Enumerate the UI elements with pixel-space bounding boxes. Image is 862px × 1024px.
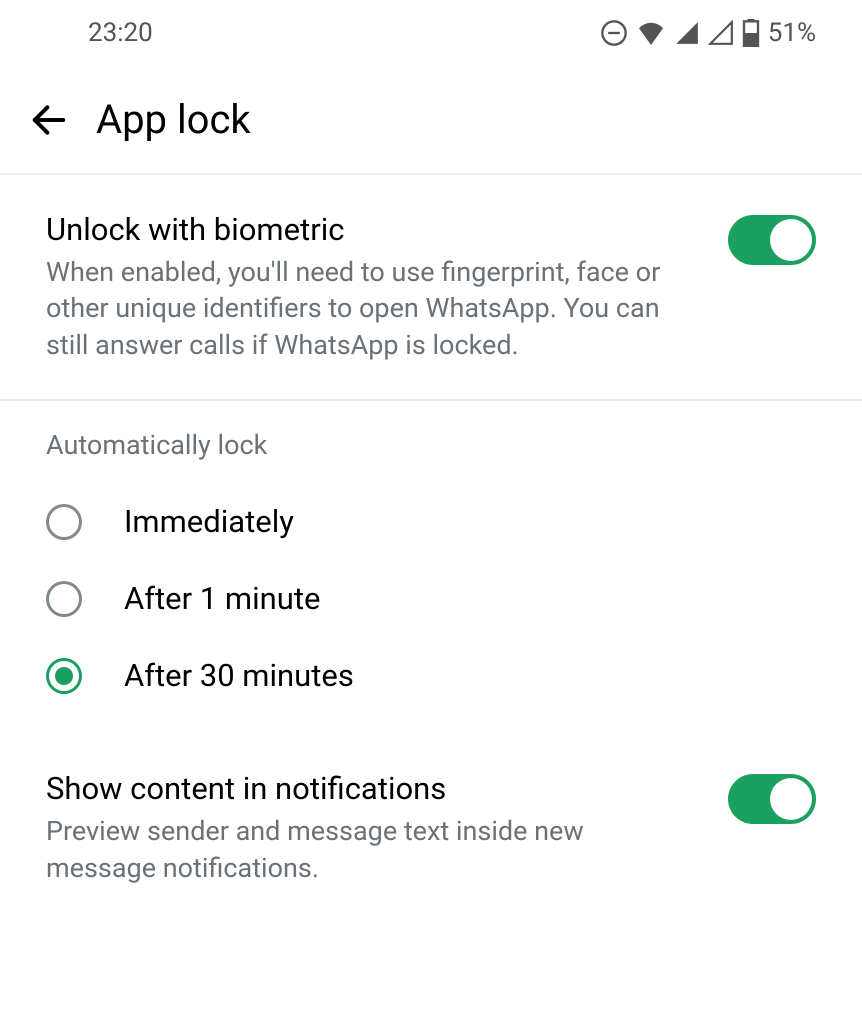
page-title: App lock: [96, 96, 251, 143]
notifications-title: Show content in notifications: [46, 770, 698, 807]
biometric-text: Unlock with biometric When enabled, you'…: [46, 211, 698, 363]
wifi-icon: [636, 21, 666, 45]
radio-circle-icon: [46, 581, 82, 617]
radio-option-immediately[interactable]: Immediately: [0, 483, 862, 560]
notifications-description: Preview sender and message text inside n…: [46, 813, 698, 886]
battery-icon: [742, 19, 760, 47]
header: App lock: [0, 66, 862, 175]
radio-label: Immediately: [124, 503, 294, 540]
biometric-description: When enabled, you'll need to use fingerp…: [46, 254, 698, 363]
do-not-disturb-icon: [600, 19, 628, 47]
radio-circle-icon: [46, 504, 82, 540]
auto-lock-section-header: Automatically lock: [0, 401, 862, 483]
notifications-toggle[interactable]: [728, 774, 816, 824]
radio-label: After 1 minute: [124, 580, 320, 617]
status-bar: 23:20 51%: [0, 0, 862, 66]
battery-percentage: 51%: [768, 18, 816, 48]
biometric-toggle[interactable]: [728, 215, 816, 265]
signal-icon-2: [708, 20, 734, 46]
radio-option-after-1-minute[interactable]: After 1 minute: [0, 560, 862, 637]
notifications-text: Show content in notifications Preview se…: [46, 770, 698, 886]
radio-option-after-30-minutes[interactable]: After 30 minutes: [0, 637, 862, 714]
biometric-setting-row[interactable]: Unlock with biometric When enabled, you'…: [0, 175, 862, 401]
notifications-setting-row[interactable]: Show content in notifications Preview se…: [0, 734, 862, 922]
status-time: 23:20: [88, 18, 153, 48]
radio-label: After 30 minutes: [124, 657, 354, 694]
biometric-title: Unlock with biometric: [46, 211, 698, 248]
signal-icon-1: [674, 20, 700, 46]
radio-circle-selected-icon: [46, 658, 82, 694]
back-arrow-icon[interactable]: [30, 101, 68, 139]
status-icons: 51%: [600, 18, 816, 48]
